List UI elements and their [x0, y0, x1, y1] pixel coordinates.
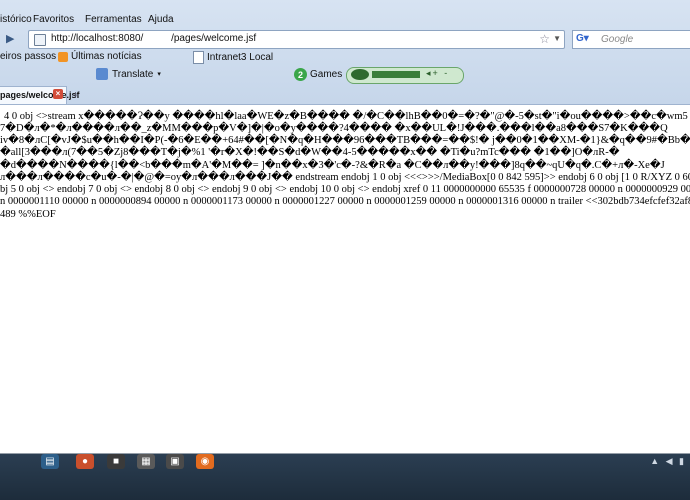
media-player-widget[interactable]: ◂+ ‑ — [346, 67, 464, 84]
content-line: �all[3���ᴫ(7��5�Zj8���T�j�%1 '�r�X�!��S�… — [0, 147, 620, 158]
windows-taskbar: ▤ ● ■ ▦ ▣ ◉ ▲ ◀ ▮ — [0, 451, 690, 500]
translate-button[interactable]: Translate ▾ — [96, 68, 161, 80]
page-favicon-icon — [34, 34, 46, 46]
tab-label: pages/welcome.jsf — [0, 90, 80, 100]
address-text[interactable]: http://localhost:8080/ /pages/welcome.js… — [51, 33, 256, 44]
menu-help[interactable]: Ajuda — [148, 14, 174, 25]
task-chrome-icon[interactable]: ● — [76, 454, 94, 469]
menu-history[interactable]: istórico — [0, 14, 32, 25]
browser-chrome: istórico Favoritos Ferramentas Ajuda ▶ h… — [0, 0, 690, 105]
addon-toolbar: Translate ▾ 2 Games ◂+ ‑ — [0, 66, 690, 84]
dropdown-icon: ▾ — [157, 71, 161, 78]
volume-slider[interactable] — [372, 71, 420, 78]
task-tool-icon[interactable]: ▣ — [166, 454, 184, 469]
bookmarks-bar: eiros passos Últimas notícias Intranet3 … — [0, 49, 690, 65]
notification-area-icons[interactable]: ▲ ◀ ▮ — [650, 456, 686, 467]
bookmark-latest-news[interactable]: Últimas notícias — [58, 51, 142, 62]
task-firefox-icon[interactable]: ◉ — [196, 454, 214, 469]
translate-icon — [96, 68, 108, 80]
menu-bar: istórico Favoritos Ferramentas Ajuda — [0, 12, 690, 29]
navigation-bar: ▶ http://localhost:8080/ /pages/welcome.… — [0, 29, 690, 49]
task-explorer-icon[interactable]: ▤ — [41, 454, 59, 469]
menu-tools[interactable]: Ferramentas — [85, 14, 142, 25]
task-media-icon[interactable]: ■ — [107, 454, 125, 469]
player-controls-icon[interactable]: ◂+ ‑ — [426, 68, 449, 79]
bookmark-label: Intranet3 Local — [207, 52, 274, 63]
bookmark-label: Últimas notícias — [71, 51, 142, 62]
bookmark-star-icon[interactable]: ☆ — [539, 32, 550, 46]
rss-feed-icon — [58, 51, 68, 62]
content-line: 7�D�ᴫ�*�ᴫ����ᴫ��_z�MM���p�V�]�|�o�y����?… — [0, 123, 668, 134]
address-bar[interactable]: http://localhost:8080/ /pages/welcome.js… — [28, 30, 565, 49]
search-box[interactable]: G▾ Google — [572, 30, 690, 49]
search-placeholder[interactable]: Google — [601, 34, 633, 45]
content-line: 489 %%EOF — [0, 209, 56, 220]
content-line: bj 5 0 obj <> endobj 7 0 obj <> endobj 8… — [0, 184, 690, 195]
content-line: ᴫ���ᴫ����c�u�-�|�@�=oy�ᴫ���ᴫ���J�� endst… — [0, 172, 690, 183]
content-line: �d����N����{l��<b���m�A'�M��= ]�n��x�3�'… — [0, 160, 665, 171]
tab-strip: pages/welcome.jsf × + — [0, 84, 690, 105]
page-icon — [193, 51, 204, 64]
bookmark-label: eiros passos — [0, 51, 57, 62]
google-icon[interactable]: G▾ — [576, 33, 589, 44]
content-line: iv�8�ᴫC[�vJ�$u��h��I�P(-�6�E��+64#��[�N�… — [0, 135, 690, 146]
content-line: 4 0 obj <>stream x�����Ɂ��y ����hl�laa�W… — [4, 111, 688, 122]
close-tab-icon[interactable]: × — [53, 89, 63, 99]
games-button[interactable]: 2 Games — [294, 68, 342, 81]
forward-icon[interactable]: ▶ — [6, 32, 14, 45]
content-line: n 0000001110 00000 n 0000000894 00000 n … — [0, 196, 690, 207]
history-dropdown-icon[interactable]: ▼ — [553, 34, 561, 43]
translate-label: Translate — [112, 68, 154, 80]
task-app-icon[interactable]: ▦ — [137, 454, 155, 469]
games-icon: 2 — [294, 68, 307, 81]
games-label: Games — [310, 69, 343, 80]
bookmark-intranet[interactable]: Intranet3 Local — [193, 51, 273, 64]
player-logo-icon — [351, 69, 369, 80]
bookmark-getting-started[interactable]: eiros passos — [0, 51, 56, 62]
new-tab-icon[interactable]: + — [72, 88, 79, 102]
page-content: 4 0 obj <>stream x�����Ɂ��y ����hl�laa�W… — [0, 105, 690, 453]
menu-favorites[interactable]: Favoritos — [33, 14, 74, 25]
tab-welcome[interactable]: pages/welcome.jsf × — [0, 86, 80, 104]
